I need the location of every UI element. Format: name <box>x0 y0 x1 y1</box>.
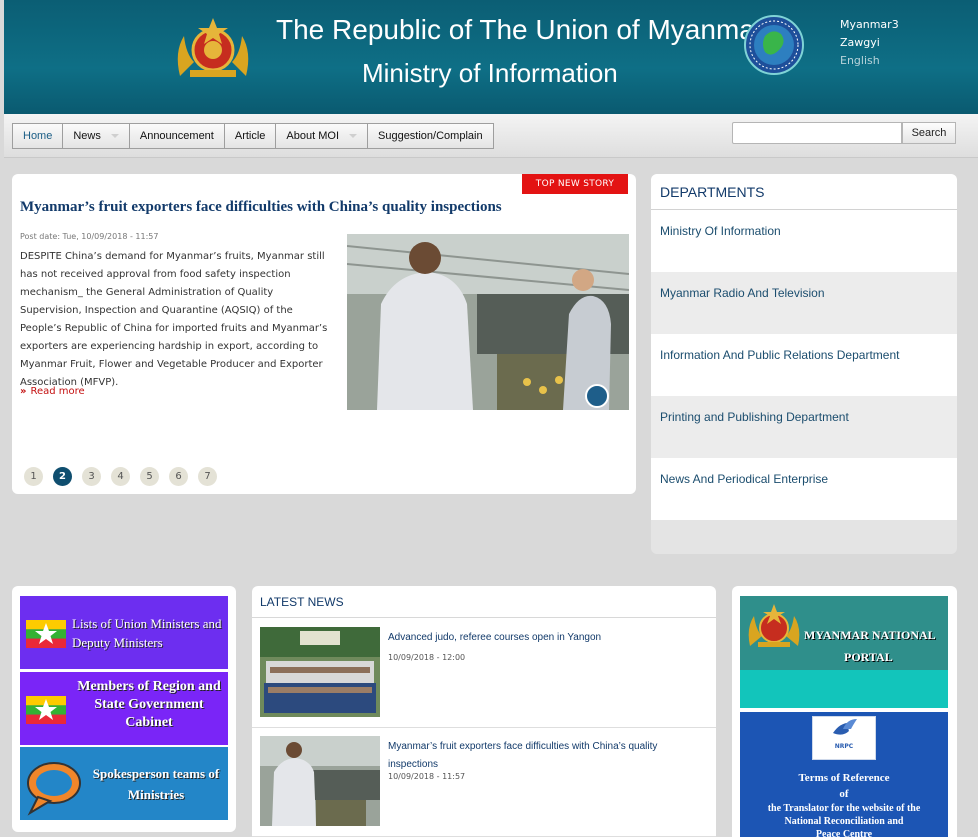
pager-page-4[interactable]: 4 <box>111 467 130 486</box>
spokesperson-banner[interactable]: Spokesperson teams of Ministries <box>20 747 228 820</box>
dept-iprd[interactable]: Information And Public Relations Departm… <box>651 334 957 396</box>
nav-article[interactable]: Article <box>225 124 277 148</box>
featured-story-photo[interactable] <box>347 234 629 410</box>
region-cabinet-banner[interactable]: Members of Region and State Government C… <box>20 672 228 745</box>
spokesperson-text: Spokesperson teams of Ministries <box>92 766 220 802</box>
site-title-line2: Ministry of Information <box>362 58 618 88</box>
nrpc-line5: Peace Centre <box>815 829 873 837</box>
nrpc-line1: Terms of Reference <box>798 772 890 784</box>
departments-heading: DEPARTMENTS <box>651 174 957 210</box>
dept-printing-publishing[interactable]: Printing and Publishing Department <box>651 396 957 458</box>
read-more-label: Read more <box>30 386 85 397</box>
portal-line2: PORTAL <box>844 650 893 664</box>
featured-story-title[interactable]: Myanmar’s fruit exporters face difficult… <box>20 199 502 216</box>
read-more-link[interactable]: » Read more <box>20 386 85 397</box>
national-portal-banner[interactable]: MYANMAR NATIONAL PORTAL <box>740 596 948 708</box>
portal-line1: MYANMAR NATIONAL <box>804 628 936 642</box>
nav-home[interactable]: Home <box>13 124 64 148</box>
nav-news-label: News <box>73 130 101 142</box>
lang-myanmar3-link[interactable]: Myanmar3 <box>840 16 899 34</box>
state-emblem-icon[interactable] <box>172 14 254 80</box>
nav-article-label: Article <box>234 130 266 142</box>
top-story-badge: TOP NEW STORY <box>522 174 628 194</box>
featured-post-date: Post date: Tue, 10/09/2018 - 11:57 <box>20 232 159 241</box>
latest-news-panel: LATEST NEWS Advanced judo, referee cours… <box>252 586 716 837</box>
news-thumbnail[interactable] <box>260 736 380 826</box>
site-title-line1: The Republic of The Union of Myanmar <box>276 14 765 45</box>
pager-page-5[interactable]: 5 <box>140 467 159 486</box>
nav-news[interactable]: News <box>63 124 130 148</box>
featured-story-body: DESPITE China’s demand for Myanmar’s fru… <box>20 251 328 388</box>
pager-page-6[interactable]: 6 <box>169 467 188 486</box>
nrpc-text: Terms of Reference of the Translator for… <box>740 770 948 837</box>
dept-news-periodical[interactable]: News And Periodical Enterprise <box>651 458 957 520</box>
nav-suggestion-label: Suggestion/Complain <box>378 130 483 142</box>
union-ministers-banner[interactable]: Lists of Union Ministers and Deputy Mini… <box>20 596 228 669</box>
news-item: Myanmar’s fruit exporters face difficult… <box>252 728 716 837</box>
myanmar-flag-icon <box>26 620 66 648</box>
dove-icon <box>833 719 857 735</box>
news-item-title[interactable]: Myanmar’s fruit exporters face difficult… <box>388 738 688 774</box>
nav-suggestion-complain[interactable]: Suggestion/Complain <box>368 124 493 148</box>
main-menu: Home News Announcement Article About MOI… <box>12 123 494 149</box>
news-thumbnail[interactable] <box>260 627 380 717</box>
nrpc-line2: of <box>839 788 849 800</box>
latest-news-heading: LATEST NEWS <box>252 586 716 618</box>
pager-page-2[interactable]: 2 <box>53 467 72 486</box>
union-ministers-text: Lists of Union Ministers and Deputy Mini… <box>72 616 222 650</box>
speech-bubble-icon <box>27 762 81 816</box>
site-header: The Republic of The Union of Myanmar Min… <box>4 0 978 114</box>
nrpc-line4: National Reconciliation and <box>784 816 904 827</box>
dept-mrtv[interactable]: Myanmar Radio And Television <box>651 272 957 334</box>
dept-ministry-of-information[interactable]: Ministry Of Information <box>651 210 957 272</box>
nav-about-moi-label: About MOI <box>286 130 339 142</box>
featured-story: TOP NEW STORY Myanmar’s fruit exporters … <box>12 174 636 494</box>
nav-about-moi[interactable]: About MOI <box>276 124 368 148</box>
search-input[interactable] <box>732 122 902 144</box>
pager-page-7[interactable]: 7 <box>198 467 217 486</box>
nrpc-logo-text: NRPC <box>834 743 854 750</box>
myanmar-flag-icon <box>26 696 66 724</box>
quick-links-panel: Lists of Union Ministers and Deputy Mini… <box>12 586 236 832</box>
news-item-date: 10/09/2018 - 11:57 <box>388 772 466 781</box>
news-item-title[interactable]: Advanced judo, referee courses open in Y… <box>388 629 688 647</box>
ministry-seal-icon[interactable] <box>743 14 805 76</box>
region-cabinet-text: Members of Region and State Government C… <box>77 679 221 730</box>
language-switcher: Myanmar3 Zawgyi English <box>840 16 899 70</box>
double-chevron-right-icon: » <box>20 386 27 397</box>
nrpc-banner[interactable]: NRPC Terms of Reference of the Translato… <box>740 712 948 837</box>
lang-english-link[interactable]: English <box>840 52 899 70</box>
right-banners-panel: MYANMAR NATIONAL PORTAL NRPC Terms of Re… <box>732 586 957 837</box>
pager-page-3[interactable]: 3 <box>82 467 101 486</box>
departments-panel: DEPARTMENTS Ministry Of Information Myan… <box>651 174 957 554</box>
nrpc-logo: NRPC <box>812 716 876 760</box>
state-emblem-icon <box>748 604 800 647</box>
search-button[interactable]: Search <box>902 122 956 144</box>
nav-announcement[interactable]: Announcement <box>130 124 225 148</box>
chevron-down-icon <box>110 134 119 138</box>
nav-announcement-label: Announcement <box>139 130 214 142</box>
main-navbar: Home News Announcement Article About MOI… <box>4 114 978 158</box>
chevron-down-icon <box>349 134 357 138</box>
story-pager: 1 2 3 4 5 6 7 <box>24 467 217 486</box>
pager-page-1[interactable]: 1 <box>24 467 43 486</box>
news-item: Advanced judo, referee courses open in Y… <box>252 619 716 728</box>
nav-home-label: Home <box>23 130 53 142</box>
lang-zawgyi-link[interactable]: Zawgyi <box>840 34 899 52</box>
nrpc-line3: the Translator for the website of the <box>767 803 921 814</box>
news-item-date: 10/09/2018 - 12:00 <box>388 653 466 662</box>
